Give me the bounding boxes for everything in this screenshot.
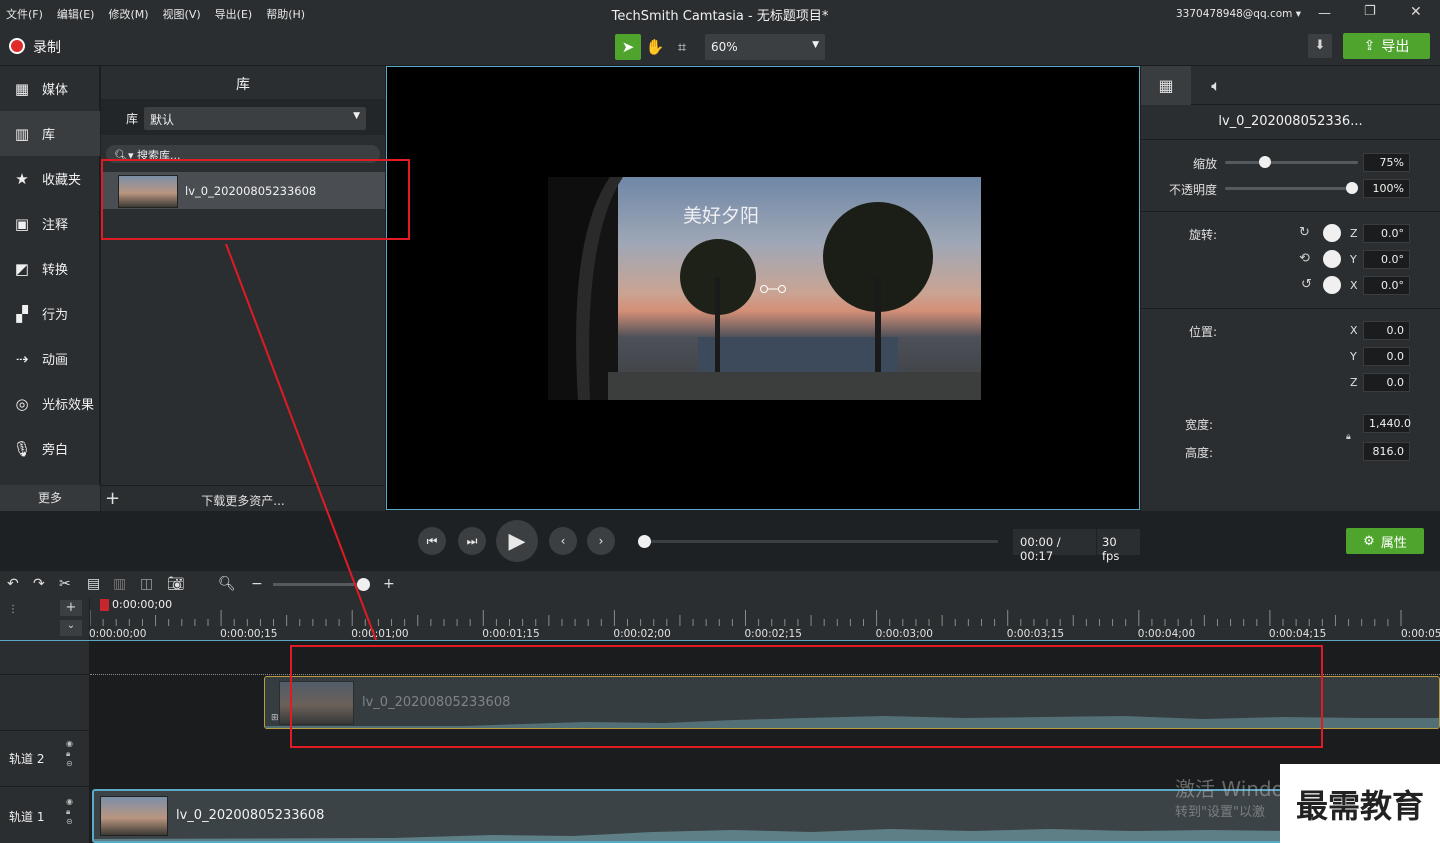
activation-watermark-title: 激活 Windo — [1175, 777, 1284, 801]
activation-watermark-hint: 转到"设置"以激 — [1175, 805, 1265, 820]
brand-watermark: 最需教育 — [1280, 764, 1440, 843]
annotation-arrow — [225, 243, 377, 641]
